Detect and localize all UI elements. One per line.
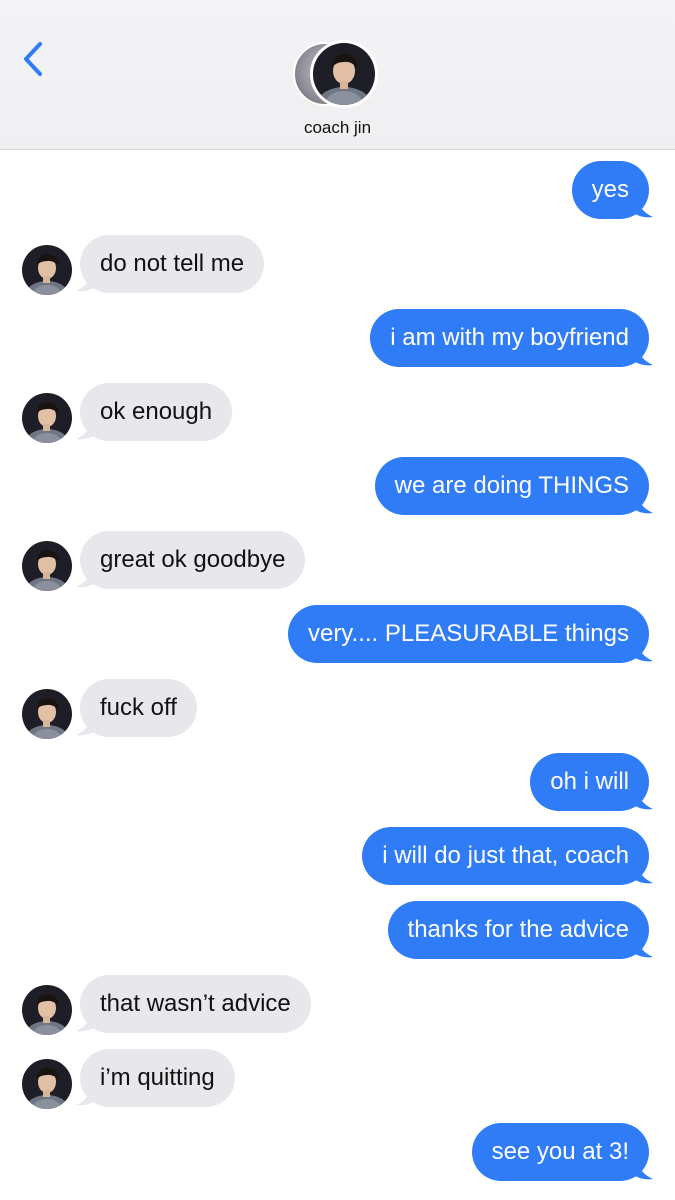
chevron-left-icon [24, 42, 42, 76]
sent-message-bubble[interactable]: we are doing THINGS [374, 457, 649, 515]
contact-avatar [310, 40, 378, 108]
received-message-bubble[interactable]: ok enough [80, 383, 233, 441]
sender-avatar[interactable] [22, 541, 72, 591]
sender-avatar[interactable] [22, 689, 72, 739]
back-button[interactable] [16, 38, 56, 82]
received-message-row: i’m quitting [0, 1049, 675, 1109]
received-message-row: great ok goodbye [0, 531, 675, 591]
received-message-row: do not tell me [0, 235, 675, 295]
received-message-row: that wasn’t advice [0, 975, 675, 1035]
sender-avatar[interactable] [22, 985, 72, 1035]
sent-message-row: yes [0, 161, 675, 221]
sent-message-row: very.... PLEASURABLE things [0, 605, 675, 665]
sent-message-row: oh i will [0, 753, 675, 813]
received-message-row: fuck off [0, 679, 675, 739]
sent-message-bubble[interactable]: i will do just that, coach [362, 827, 649, 885]
sent-message-row: see you at 3! [0, 1123, 675, 1183]
sent-message-bubble[interactable]: yes [571, 161, 649, 219]
contact-name[interactable]: coach jin [0, 118, 675, 138]
contact-avatar-group[interactable] [293, 40, 383, 110]
sent-message-row: we are doing THINGS [0, 457, 675, 517]
sender-avatar[interactable] [22, 393, 72, 443]
sent-message-bubble[interactable]: oh i will [530, 753, 649, 811]
received-message-bubble[interactable]: that wasn’t advice [80, 975, 311, 1033]
sender-avatar[interactable] [22, 1059, 72, 1109]
sent-message-bubble[interactable]: i am with my boyfriend [370, 309, 649, 367]
sent-message-row: i am with my boyfriend [0, 309, 675, 369]
received-message-row: ok enough [0, 383, 675, 443]
sent-message-row: i will do just that, coach [0, 827, 675, 887]
conversation-header: coach jin [0, 0, 675, 150]
sent-message-bubble[interactable]: see you at 3! [471, 1123, 649, 1181]
received-message-bubble[interactable]: do not tell me [80, 235, 265, 293]
received-message-bubble[interactable]: i’m quitting [80, 1049, 235, 1107]
sent-message-bubble[interactable]: very.... PLEASURABLE things [287, 605, 649, 663]
received-message-bubble[interactable]: great ok goodbye [80, 531, 306, 589]
sent-message-bubble[interactable]: thanks for the advice [387, 901, 649, 959]
sender-avatar[interactable] [22, 245, 72, 295]
sent-message-row: thanks for the advice [0, 901, 675, 961]
received-message-bubble[interactable]: fuck off [80, 679, 197, 737]
